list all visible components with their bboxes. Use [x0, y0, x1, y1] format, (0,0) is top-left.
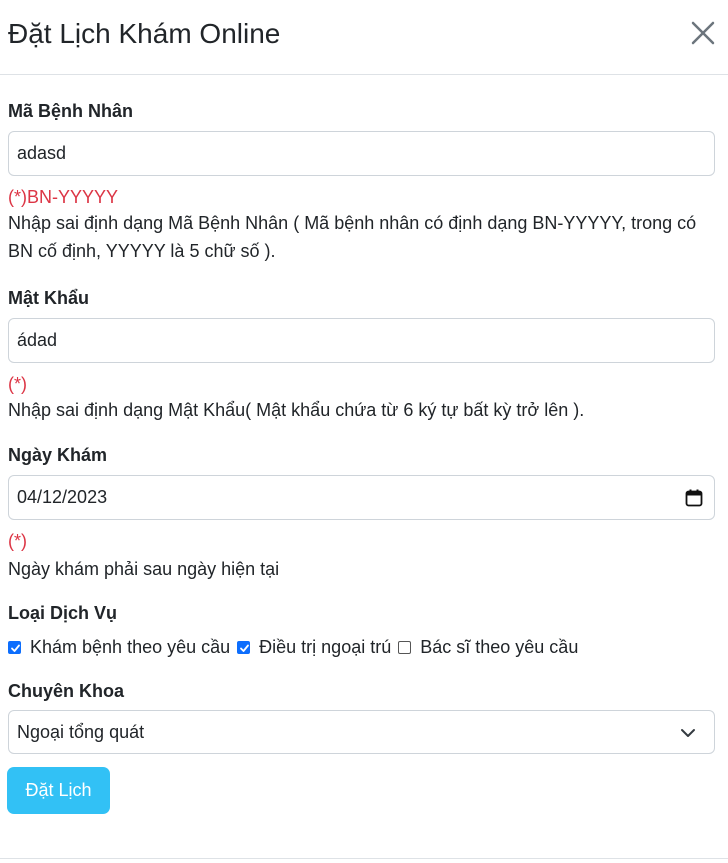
- password-input[interactable]: ádad: [8, 318, 715, 363]
- exam-date-label: Ngày Khám: [8, 445, 108, 465]
- patient-id-group: Mã Bệnh Nhân adasd (*)BN-YYYYY Nhập sai …: [8, 99, 715, 265]
- calendar-icon[interactable]: [685, 489, 703, 507]
- submit-button[interactable]: Đặt Lịch: [7, 767, 110, 814]
- close-button[interactable]: [688, 18, 718, 48]
- checkbox-dieu-tri[interactable]: [237, 640, 251, 654]
- modal-title: Đặt Lịch Khám Online: [8, 18, 281, 49]
- checkbox-kham-benh-label[interactable]: Khám bệnh theo yêu cầu: [30, 635, 230, 659]
- patient-id-error: Nhập sai định dạng Mã Bệnh Nhân ( Mã bện…: [8, 213, 697, 261]
- modal-footer-divider: [0, 858, 728, 859]
- checkmark-icon: [11, 644, 20, 652]
- specialty-selected-value: Ngoại tổng quát: [17, 722, 145, 742]
- password-error: Nhập sai định dạng Mật Khẩu( Mật khẩu ch…: [8, 400, 585, 420]
- checkbox-bac-si-label[interactable]: Bác sĩ theo yêu cầu: [420, 635, 578, 659]
- patient-id-hint: (*)BN-YYYYY: [8, 187, 119, 207]
- exam-date-hint: (*): [8, 531, 27, 551]
- chevron-down-icon: [681, 729, 695, 737]
- service-type-group: Loại Dịch Vụ Khám bệnh theo yêu cầu Điều…: [8, 601, 715, 659]
- password-hint: (*): [8, 374, 27, 394]
- checkbox-kham-benh[interactable]: [8, 640, 21, 654]
- checkmark-icon: [240, 644, 250, 652]
- patient-id-input[interactable]: adasd: [8, 131, 715, 176]
- exam-date-group: Ngày Khám 04/12/2023 (*) Ngày khám phải …: [8, 443, 715, 583]
- exam-date-input[interactable]: 04/12/2023: [8, 475, 715, 520]
- service-type-options: Khám bệnh theo yêu cầu Điều trị ngoại tr…: [8, 635, 715, 659]
- specialty-select[interactable]: Ngoại tổng quát: [8, 710, 715, 754]
- patient-id-label: Mã Bệnh Nhân: [8, 101, 134, 121]
- exam-date-error: Ngày khám phải sau ngày hiện tại: [8, 559, 280, 579]
- service-type-label: Loại Dịch Vụ: [8, 603, 118, 623]
- exam-date-value: 04/12/2023: [17, 487, 108, 507]
- specialty-label: Chuyên Khoa: [8, 681, 125, 701]
- password-group: Mật Khẩu ádad (*) Nhập sai định dạng Mật…: [8, 286, 715, 424]
- checkbox-bac-si[interactable]: [398, 640, 412, 654]
- specialty-group: Chuyên Khoa Ngoại tổng quát: [8, 679, 715, 754]
- checkbox-dieu-tri-label[interactable]: Điều trị ngoại trú: [259, 635, 391, 659]
- modal-header: Đặt Lịch Khám Online: [0, 0, 728, 75]
- password-label: Mật Khẩu: [8, 288, 89, 308]
- close-icon: [691, 21, 715, 45]
